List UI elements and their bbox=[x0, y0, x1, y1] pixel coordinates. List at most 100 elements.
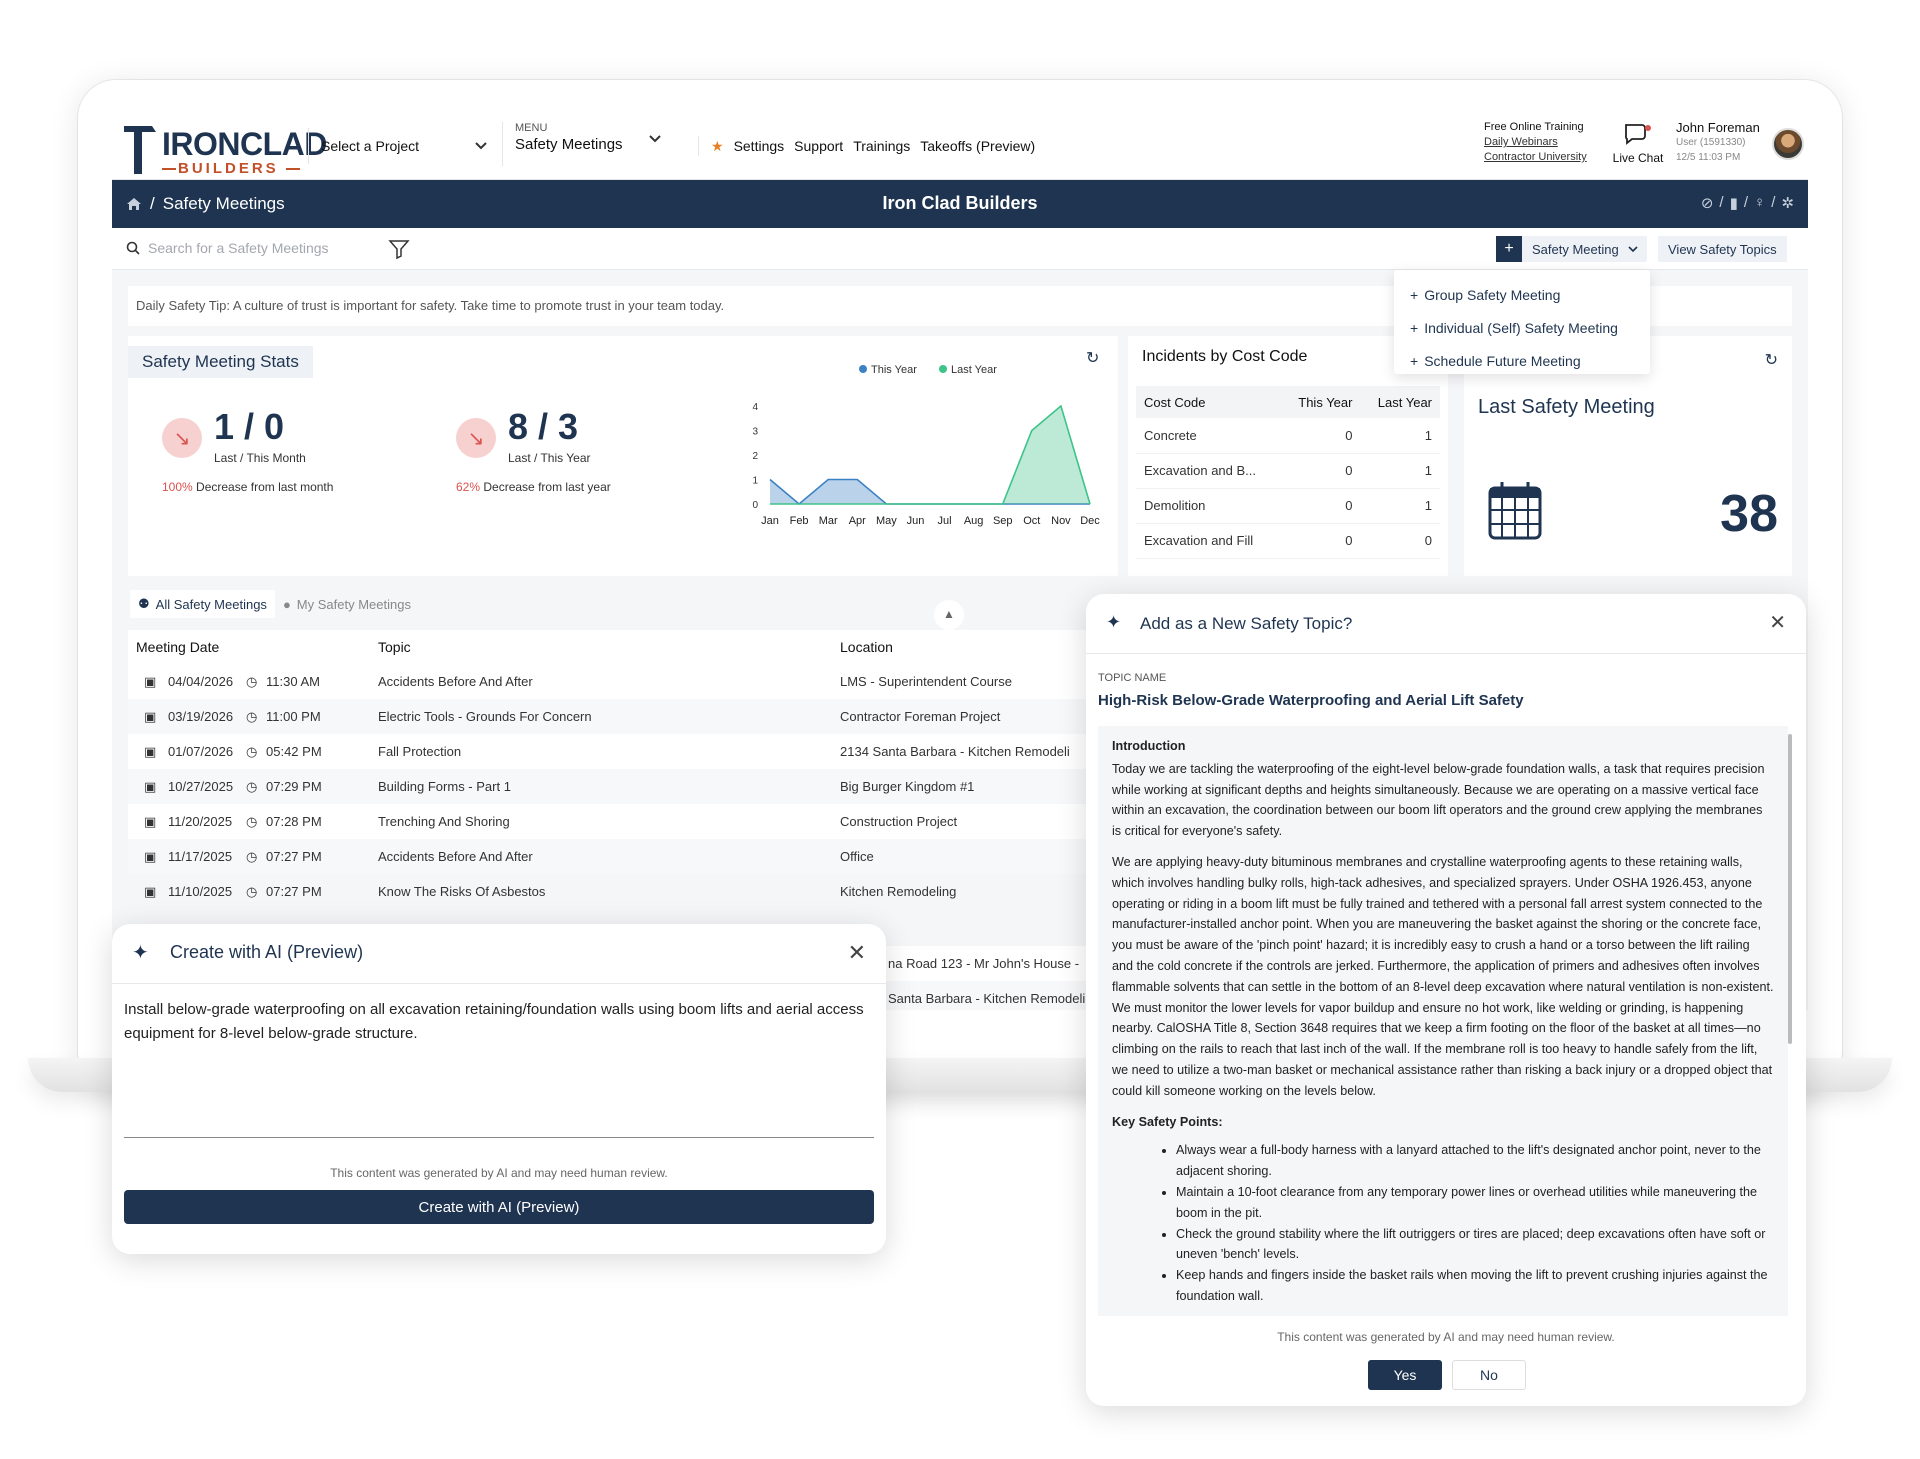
no-button[interactable]: No bbox=[1452, 1360, 1526, 1390]
meeting-topic: Accidents Before And After bbox=[378, 674, 533, 689]
table-row[interactable]: ▣ 10/27/2025 ◷ 07:29 PM Building Forms - Par… bbox=[128, 769, 1128, 804]
close-icon[interactable]: ✕ bbox=[848, 940, 866, 966]
company-name: Iron Clad Builders bbox=[882, 193, 1038, 213]
nav-link-takeoffs[interactable]: Takeoffs (Preview) bbox=[920, 138, 1035, 154]
group-icon: ⚉ bbox=[138, 596, 150, 611]
view-safety-topics-button[interactable]: View Safety Topics bbox=[1658, 236, 1787, 262]
legend-marker bbox=[939, 365, 947, 373]
ai-prompt-textarea[interactable]: Install below-grade waterproofing on all… bbox=[124, 998, 874, 1138]
company-logo[interactable]: IRONCLAD BUILDERS bbox=[122, 116, 327, 178]
avatar[interactable] bbox=[1772, 128, 1804, 160]
meeting-location: Big Burger Kingdom #1 bbox=[840, 779, 975, 794]
breadcrumb-current: Safety Meetings bbox=[162, 194, 285, 213]
nav-link-support[interactable]: Support bbox=[794, 138, 843, 154]
user-info[interactable]: John Foreman User (1591330) 12/5 11:03 P… bbox=[1676, 120, 1760, 165]
calendar-icon: ▣ bbox=[144, 779, 157, 794]
last-meeting-title: Last Safety Meeting bbox=[1478, 396, 1655, 418]
filter-icon[interactable] bbox=[388, 238, 410, 260]
nav-link-trainings[interactable]: Trainings bbox=[853, 138, 910, 154]
legend-marker bbox=[859, 365, 867, 373]
list-item: Keep hands and fingers inside the basket… bbox=[1176, 1265, 1774, 1307]
intro-paragraph: We are applying heavy-duty bituminous me… bbox=[1112, 854, 1774, 1098]
yes-button[interactable]: Yes bbox=[1368, 1360, 1442, 1390]
scrollbar[interactable] bbox=[1788, 734, 1792, 1044]
nav-link-settings[interactable]: Settings bbox=[734, 138, 785, 154]
table-row[interactable]: ▣ 01/07/2026 ◷ 05:42 PM Fall Protection 2134 … bbox=[128, 734, 1128, 769]
menu-value: Safety Meetings bbox=[515, 136, 623, 153]
training-block: Free Online Training Daily Webinars Cont… bbox=[1484, 120, 1587, 165]
plus-icon: + bbox=[1410, 319, 1419, 336]
contractor-university-link[interactable]: Contractor University bbox=[1484, 150, 1587, 165]
project-select-label: Select a Project bbox=[321, 138, 420, 154]
project-select[interactable]: Select a Project bbox=[308, 128, 488, 164]
topic-name-label: TOPIC NAME bbox=[1098, 672, 1167, 684]
meeting-location: 2134 Santa Barbara - Kitchen Remodeli bbox=[840, 744, 1070, 759]
meeting-time: 07:27 PM bbox=[266, 884, 322, 899]
topic-disclaimer: This content was generated by AI and may… bbox=[1277, 1330, 1615, 1344]
safety-meeting-stats-card: Safety Meeting Stats ↘ 1 / 0 Last / This… bbox=[128, 336, 1118, 576]
tab-my-safety-meetings[interactable]: ● My Safety Meetings bbox=[275, 590, 419, 618]
nav-bar: / Safety Meetings Iron Clad Builders ⊘ / … bbox=[112, 180, 1808, 228]
year-stat-label: Last / This Year bbox=[508, 451, 591, 465]
create-with-ai-button[interactable]: Create with AI (Preview) bbox=[124, 1190, 874, 1224]
visibility-off-icon[interactable]: ⊘ bbox=[1701, 194, 1714, 212]
close-icon[interactable]: ✕ bbox=[1769, 610, 1786, 635]
search-input[interactable]: Search for a Safety Meetings bbox=[126, 240, 329, 256]
calendar-icon: ▣ bbox=[144, 744, 157, 759]
logo-subtext: BUILDERS bbox=[178, 160, 279, 177]
table-row[interactable]: ▣ 04/04/2026 ◷ 11:30 AM Accidents Before And… bbox=[128, 664, 1128, 699]
column-header: Topic bbox=[378, 639, 411, 655]
navbar-icons: ⊘ / ▮ / ♀ / ✲ bbox=[1700, 194, 1794, 212]
lightbulb-icon[interactable]: ♀ bbox=[1754, 194, 1765, 212]
table-row[interactable]: ▣ 11/10/2025 ◷ 07:27 PM Know The Risks Of As… bbox=[128, 874, 1128, 909]
search-placeholder: Search for a Safety Meetings bbox=[148, 240, 329, 256]
meeting-topic: Accidents Before And After bbox=[378, 849, 533, 864]
month-stat-value: 1 / 0 bbox=[214, 406, 285, 447]
x-tick-label: Apr bbox=[849, 515, 866, 527]
meeting-location: Contractor Foreman Project bbox=[840, 709, 1001, 724]
video-icon[interactable]: ▮ bbox=[1730, 194, 1738, 212]
table-row[interactable]: ▣ 03/19/2026 ◷ 11:00 PM Electric Tools - Gro… bbox=[128, 699, 1128, 734]
meeting-topic: Trenching And Shoring bbox=[378, 814, 510, 829]
menu-select[interactable]: MENU Safety Meetings bbox=[502, 122, 662, 166]
ai-disclaimer: This content was generated by AI and may… bbox=[330, 1166, 668, 1180]
legend-label[interactable]: This Year bbox=[871, 364, 917, 376]
month-stat-change: 100% Decrease from last month bbox=[162, 480, 334, 494]
chat-bubbles-icon bbox=[1625, 124, 1651, 145]
meeting-date: 11/17/2025 bbox=[168, 849, 233, 864]
meeting-time: 05:42 PM bbox=[266, 744, 322, 759]
refresh-icon[interactable]: ↻ bbox=[1086, 348, 1099, 368]
collapse-chevron-up-icon[interactable]: ▲ bbox=[934, 600, 964, 630]
topic-content[interactable]: Introduction Today we are tackling the w… bbox=[1098, 726, 1788, 1316]
meetings-chart: This Year Last Year 0 1 2 3 4 Jan Feb Mar Apr May Ju… bbox=[752, 364, 1100, 527]
nav-links: ★ Settings Support Trainings Takeoffs (P… bbox=[698, 136, 1035, 156]
column-header: This Year bbox=[1280, 386, 1361, 418]
training-title: Free Online Training bbox=[1484, 121, 1584, 133]
home-icon[interactable] bbox=[126, 197, 142, 211]
sparkle-icon: ✦ bbox=[132, 942, 149, 964]
table-row[interactable]: ▣ 11/17/2025 ◷ 07:27 PM Accidents Before And… bbox=[128, 839, 1128, 874]
live-chat-button[interactable]: Live Chat bbox=[1610, 122, 1666, 165]
meeting-time: 07:27 PM bbox=[266, 849, 322, 864]
daily-webinars-link[interactable]: Daily Webinars bbox=[1484, 135, 1587, 150]
refresh-icon[interactable]: ↻ bbox=[1765, 350, 1778, 370]
add-button-label: Safety Meeting bbox=[1532, 241, 1619, 257]
meeting-location: Construction Project bbox=[840, 814, 958, 829]
clock-icon: ◷ bbox=[246, 779, 258, 794]
meeting-topic: Building Forms - Part 1 bbox=[378, 779, 511, 794]
table-row[interactable]: ▣ 11/20/2025 ◷ 07:28 PM Trenching And Shorin… bbox=[128, 804, 1128, 839]
dropdown-item-group[interactable]: + Group Safety Meeting bbox=[1394, 278, 1650, 311]
add-meeting-dropdown: + Group Safety Meeting + Individual (Self)… bbox=[1394, 270, 1650, 374]
year-stat-value: 8 / 3 bbox=[508, 406, 579, 447]
tab-all-safety-meetings[interactable]: ⚉ All Safety Meetings bbox=[130, 590, 275, 618]
dropdown-item-schedule[interactable]: + Schedule Future Meeting bbox=[1394, 344, 1650, 377]
table-row: Demolition 0 1 bbox=[1136, 488, 1440, 524]
meeting-topic: Know The Risks Of Asbestos bbox=[378, 884, 546, 899]
person-icon: ● bbox=[282, 596, 291, 612]
legend-label[interactable]: Last Year bbox=[951, 364, 997, 376]
add-safety-meeting-button[interactable]: + Safety Meeting bbox=[1496, 236, 1647, 262]
meeting-time: 11:00 PM bbox=[266, 709, 321, 724]
gear-icon[interactable]: ✲ bbox=[1781, 194, 1794, 212]
incidents-title: Incidents by Cost Code bbox=[1142, 348, 1308, 365]
dropdown-item-individual[interactable]: + Individual (Self) Safety Meeting bbox=[1394, 311, 1650, 344]
